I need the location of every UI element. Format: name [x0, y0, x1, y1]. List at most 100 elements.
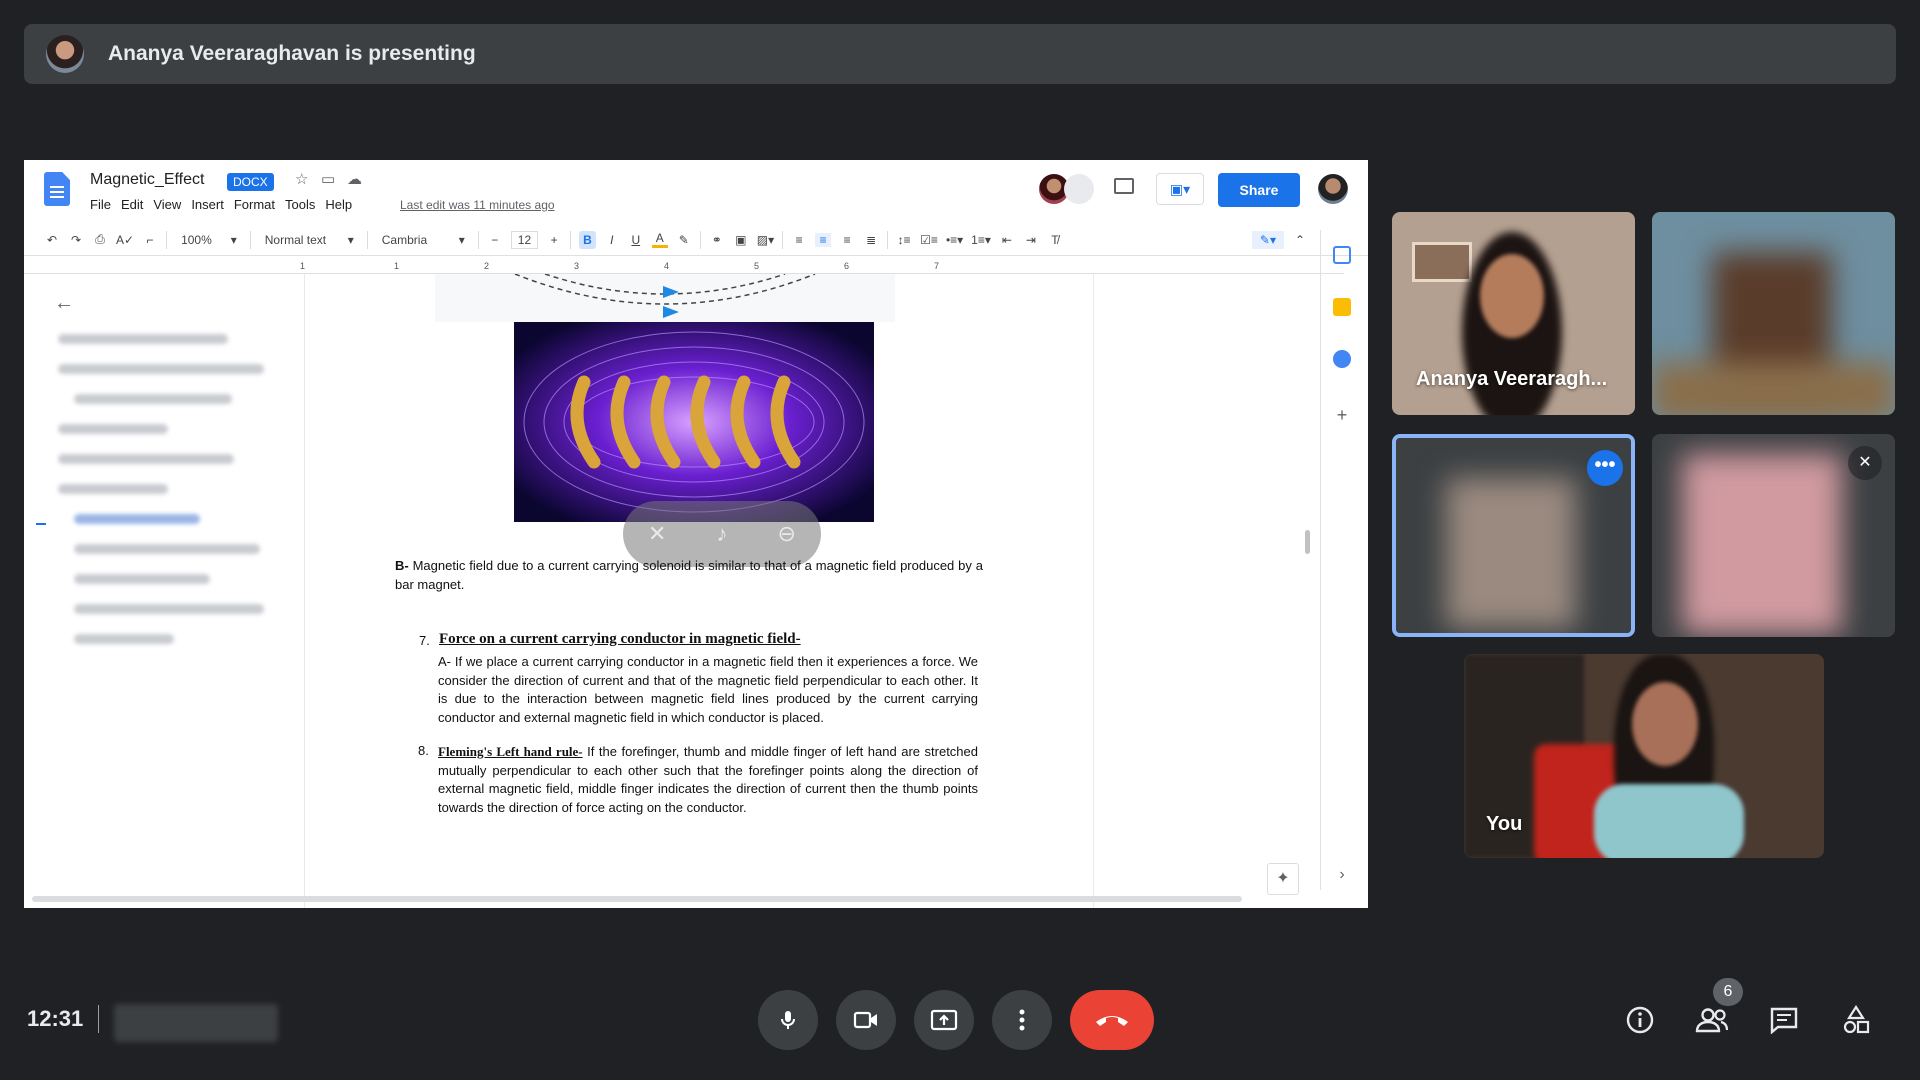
outline-item[interactable]	[74, 574, 210, 584]
expand-panel-icon[interactable]: ›	[1333, 866, 1351, 884]
share-button[interactable]: Share	[1218, 173, 1300, 207]
align-center-icon[interactable]: ≡	[815, 232, 832, 247]
highlight-icon[interactable]: ✎	[676, 233, 692, 247]
menu-view[interactable]: View	[153, 197, 181, 212]
underline-icon[interactable]: U	[628, 233, 644, 247]
outline-item[interactable]	[74, 604, 264, 614]
numbered-list-icon[interactable]: 1≡▾	[971, 233, 991, 247]
item-7-number: 7.	[419, 633, 430, 648]
keep-icon[interactable]	[1333, 298, 1351, 316]
docs-toolbar: ↶ ↷ ⎙ A✓ ⌐ 100% ▾ Normal text ▾ Cambria ▾ −…	[24, 224, 1368, 256]
camera-button[interactable]	[836, 990, 896, 1050]
paragraph-b-label: B-	[395, 558, 409, 573]
collaborator-avatar[interactable]	[1064, 174, 1094, 204]
document-page[interactable]: ✕ ♪ ⊖ B- Magnetic field due to a current…	[304, 274, 1094, 908]
add-comment-icon[interactable]: ▣	[733, 233, 749, 247]
checklist-icon[interactable]: ☑≡	[920, 233, 938, 247]
editing-mode-icon[interactable]: ✎▾	[1251, 230, 1284, 249]
align-left-icon[interactable]: ≡	[791, 233, 807, 247]
leave-call-button[interactable]	[1070, 990, 1154, 1050]
move-folder-icon[interactable]: ▭	[321, 170, 335, 188]
cloud-status-icon[interactable]: ☁	[347, 170, 362, 188]
line-spacing-icon[interactable]: ↕≡	[896, 233, 912, 247]
zoom-select[interactable]: 100%	[175, 233, 218, 247]
people-icon[interactable]	[1694, 1002, 1730, 1038]
paint-format-icon[interactable]: ⌐	[142, 233, 158, 247]
outline-item[interactable]	[58, 334, 228, 344]
menu-insert[interactable]: Insert	[191, 197, 224, 212]
last-edit-link[interactable]: Last edit was 11 minutes ago	[400, 198, 555, 212]
comment-history-icon[interactable]	[1114, 178, 1134, 194]
clear-formatting-icon[interactable]: T̸	[1047, 233, 1063, 247]
outline-item[interactable]	[74, 634, 174, 644]
menu-file[interactable]: File	[90, 197, 111, 212]
print-icon[interactable]: ⎙	[92, 232, 108, 247]
tasks-icon[interactable]	[1333, 350, 1351, 368]
align-right-icon[interactable]: ≡	[839, 233, 855, 247]
mute-icon[interactable]: ✕	[648, 521, 666, 547]
present-icon[interactable]: ▣▾	[1156, 173, 1204, 205]
more-options-button[interactable]	[992, 990, 1052, 1050]
justify-icon[interactable]: ≣	[863, 233, 879, 247]
google-docs-icon[interactable]	[44, 172, 70, 206]
text-color-icon[interactable]: A	[651, 231, 668, 248]
star-icon[interactable]: ☆	[295, 170, 308, 188]
explore-icon[interactable]: ✦	[1267, 863, 1299, 895]
chevron-down-icon[interactable]: ▾	[454, 233, 470, 247]
outline-item[interactable]	[74, 394, 232, 404]
insert-image-icon[interactable]: ▨▾	[757, 233, 774, 247]
shared-screen: Magnetic_Effect DOCX ☆ ▭ ☁ File Edit Vie…	[24, 160, 1368, 908]
participant-video-blurred	[1652, 362, 1895, 415]
microphone-button[interactable]	[758, 990, 818, 1050]
chevron-down-icon[interactable]: ▾	[226, 233, 242, 247]
document-title[interactable]: Magnetic_Effect	[90, 171, 204, 189]
outline-item[interactable]	[74, 544, 260, 554]
back-arrow-icon[interactable]: ←	[54, 292, 74, 315]
decrease-indent-icon[interactable]: ⇤	[999, 233, 1015, 247]
font-select[interactable]: Cambria	[376, 233, 446, 247]
decrease-font-icon[interactable]: −	[487, 233, 503, 247]
bulleted-list-icon[interactable]: •≡▾	[946, 233, 963, 247]
ruler-tick: 7	[934, 261, 940, 271]
participant-tile[interactable]: Ananya Veeraragh...	[1392, 212, 1635, 415]
menu-help[interactable]: Help	[325, 197, 352, 212]
participant-tile[interactable]	[1652, 212, 1895, 415]
menu-edit[interactable]: Edit	[121, 197, 143, 212]
italic-icon[interactable]: I	[604, 233, 620, 247]
font-size-input[interactable]: 12	[510, 230, 539, 249]
volume-icon[interactable]: ♪	[716, 521, 727, 547]
add-addon-icon[interactable]: +	[1333, 406, 1351, 424]
participant-tile[interactable]: ✕	[1652, 434, 1895, 637]
vertical-scrollbar[interactable]	[1305, 530, 1310, 554]
more-options-icon[interactable]: •••	[1587, 450, 1623, 486]
undo-icon[interactable]: ↶	[44, 233, 60, 247]
redo-icon[interactable]: ↷	[68, 233, 84, 247]
chat-icon[interactable]	[1766, 1002, 1802, 1038]
menu-tools[interactable]: Tools	[285, 197, 315, 212]
link-icon[interactable]: ⚭	[709, 233, 725, 247]
spellcheck-icon[interactable]: A✓	[116, 233, 134, 247]
outline-item-active[interactable]	[74, 514, 200, 524]
account-avatar[interactable]	[1318, 174, 1348, 204]
horizontal-scrollbar[interactable]	[32, 896, 1242, 902]
style-select[interactable]: Normal text	[259, 233, 335, 247]
outline-item[interactable]	[58, 364, 264, 374]
participant-tile-selected[interactable]: •••	[1392, 434, 1635, 637]
outline-item[interactable]	[58, 454, 234, 464]
outline-item[interactable]	[58, 484, 168, 494]
bold-icon[interactable]: B	[579, 230, 596, 249]
item-8-paragraph: Fleming's Left hand rule- If the forefin…	[438, 743, 978, 817]
chevron-down-icon[interactable]: ▾	[343, 233, 359, 247]
meeting-details-icon[interactable]	[1622, 1002, 1658, 1038]
calendar-icon[interactable]	[1333, 246, 1351, 264]
increase-font-icon[interactable]: +	[546, 233, 562, 247]
increase-indent-icon[interactable]: ⇥	[1023, 233, 1039, 247]
outline-item[interactable]	[58, 424, 168, 434]
activities-icon[interactable]	[1838, 1002, 1874, 1038]
item-8-number: 8.	[418, 743, 429, 758]
remove-icon[interactable]: ⊖	[778, 521, 796, 547]
menu-format[interactable]: Format	[234, 197, 275, 212]
collapse-toolbar-icon[interactable]: ⌃	[1292, 233, 1308, 247]
present-now-button[interactable]	[914, 990, 974, 1050]
self-view-tile[interactable]: You	[1464, 654, 1824, 858]
